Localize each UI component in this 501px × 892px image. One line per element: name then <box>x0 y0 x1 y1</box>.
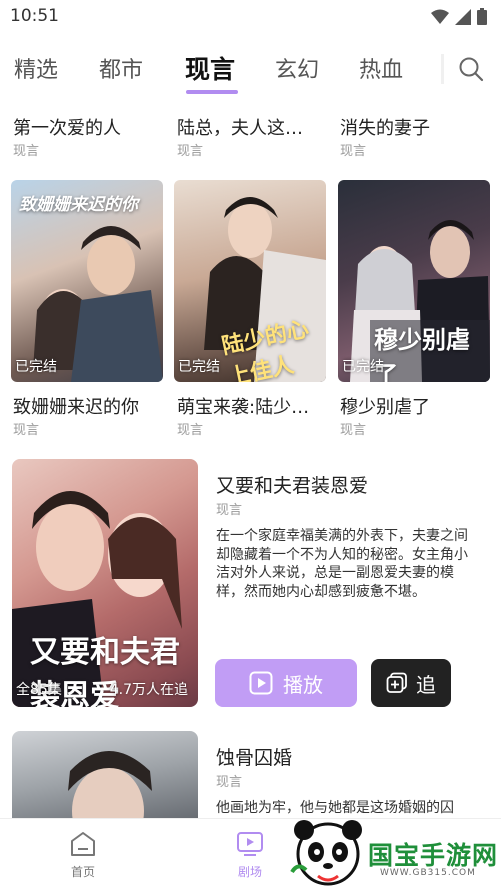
battery-icon <box>477 8 487 25</box>
completed-badge: 已完结 <box>342 359 384 375</box>
featured-genre: 现言 <box>216 775 243 790</box>
drama-genre: 现言 <box>340 144 367 159</box>
nav-home[interactable]: 首页 <box>53 831 113 880</box>
follow-button[interactable]: 追 <box>371 659 451 707</box>
wifi-icon <box>431 9 449 24</box>
drama-title[interactable]: 致姗姗来迟的你 <box>13 393 165 419</box>
featured-description: 在一个家庭幸福美满的外表下，夫妻之间却隐藏着一个不为人知的秘密。女主角小洁对外人… <box>216 528 468 600</box>
follow-button-label: 追 <box>416 672 436 697</box>
signal-icon <box>455 8 471 25</box>
cover-art-text: 穆少别虐了 <box>370 320 490 382</box>
theater-icon <box>237 832 263 856</box>
play-icon <box>249 671 273 695</box>
episode-count: 全85集 <box>16 682 62 698</box>
drama-genre: 现言 <box>340 423 367 438</box>
tab-fantasy[interactable]: 玄幻 <box>275 52 319 84</box>
home-icon <box>71 832 95 856</box>
tab-urban[interactable]: 都市 <box>99 52 143 84</box>
tab-action[interactable]: 热血 <box>359 52 403 84</box>
drama-genre: 现言 <box>13 144 40 159</box>
status-icons <box>431 8 487 25</box>
completed-badge: 已完结 <box>178 359 220 375</box>
drama-title[interactable]: 萌宝来袭:陆少… <box>177 393 329 419</box>
featured-cover[interactable]: 又要和夫君装恩爱 全85集 4.7万人在追 <box>12 459 198 707</box>
watermark-url: WWW.GB315.COM <box>380 868 476 878</box>
play-button[interactable]: 播放 <box>215 659 357 707</box>
drama-genre: 现言 <box>177 144 204 159</box>
tab-modern-romance[interactable]: 现言 <box>185 50 235 86</box>
add-follow-icon <box>386 672 407 693</box>
category-tabs: 精选 都市 现言 玄幻 热血 <box>0 44 501 96</box>
status-time: 10:51 <box>10 6 59 26</box>
active-tab-indicator <box>186 90 238 94</box>
nav-theater[interactable]: 剧场 <box>220 831 280 880</box>
drama-cover[interactable]: 穆少别虐了 已完结 <box>338 180 490 382</box>
drama-cover[interactable]: 陆少的心上佳人 已完结 <box>174 180 326 382</box>
nav-theater-label: 剧场 <box>237 865 262 879</box>
play-button-label: 播放 <box>283 672 323 697</box>
nav-home-label: 首页 <box>70 865 95 879</box>
search-icon <box>459 57 484 82</box>
drama-genre: 现言 <box>177 423 204 438</box>
featured-title[interactable]: 蚀骨囚婚 <box>216 743 292 770</box>
tab-featured[interactable]: 精选 <box>14 52 58 84</box>
drama-genre: 现言 <box>13 423 40 438</box>
panda-logo-icon <box>290 820 362 886</box>
tabs-fade <box>428 48 448 88</box>
watermark-brand: 国宝手游网 <box>368 841 499 870</box>
site-watermark: 国宝手游网 WWW.GB315.COM <box>288 812 501 892</box>
cover-art-text: 致姗姗来迟的你 <box>19 195 138 215</box>
drama-cover[interactable]: 致姗姗来迟的你 已完结 <box>11 180 163 382</box>
drama-title[interactable]: 陆总，夫人这… <box>177 114 329 140</box>
featured-genre: 现言 <box>216 503 243 518</box>
completed-badge: 已完结 <box>15 359 57 375</box>
search-button[interactable] <box>456 54 488 86</box>
drama-title[interactable]: 消失的妻子 <box>340 114 492 140</box>
follower-count: 4.7万人在追 <box>109 682 188 698</box>
featured-title[interactable]: 又要和夫君装恩爱 <box>216 471 368 498</box>
status-bar: 10:51 <box>0 0 501 34</box>
drama-title[interactable]: 第一次爱的人 <box>13 114 165 140</box>
drama-title[interactable]: 穆少别虐了 <box>340 393 492 419</box>
tabs-divider <box>441 54 444 84</box>
